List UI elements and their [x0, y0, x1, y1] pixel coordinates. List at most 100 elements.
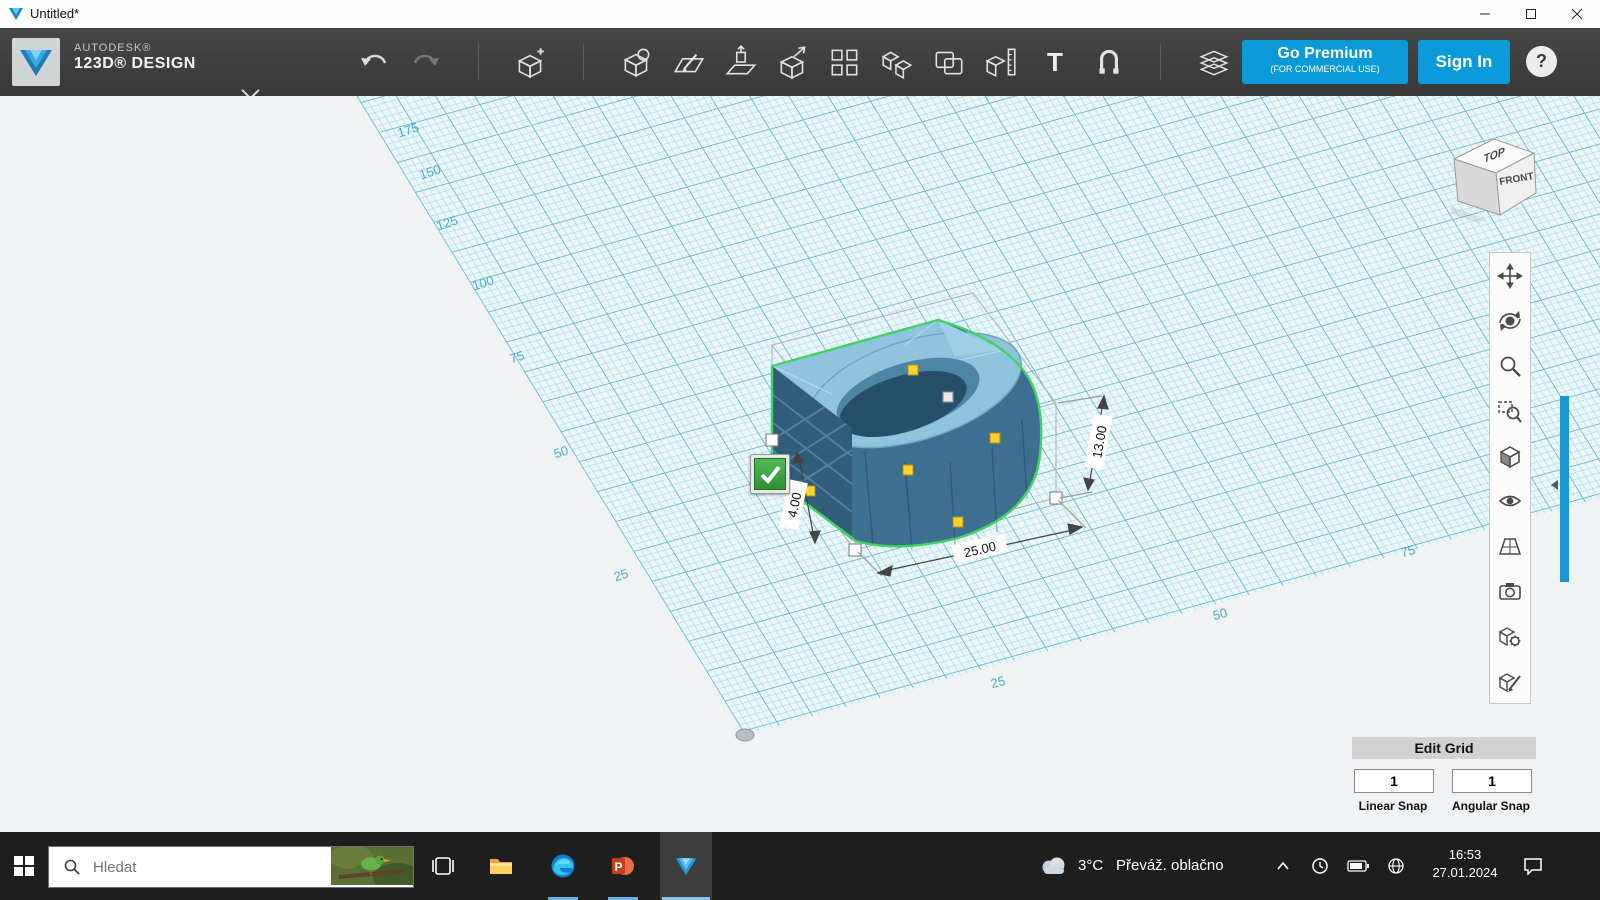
- app-menu-button[interactable]: [12, 38, 60, 86]
- dim-height[interactable]: 13.00: [1084, 414, 1112, 470]
- bbox-handle[interactable]: [849, 544, 861, 556]
- redo-button[interactable]: [404, 42, 448, 82]
- view-cube[interactable]: TOP FRONT: [1448, 126, 1540, 224]
- search-input[interactable]: [91, 858, 315, 877]
- scale-handle[interactable]: [903, 465, 913, 475]
- zoom-button[interactable]: [1490, 343, 1530, 388]
- pan-button[interactable]: [1490, 253, 1530, 298]
- pattern-tool-button[interactable]: [823, 42, 867, 82]
- grid-icon: [1497, 533, 1523, 559]
- undo-button[interactable]: [352, 42, 396, 82]
- modify-tool-button[interactable]: [771, 42, 815, 82]
- 123d-design-button[interactable]: [660, 832, 712, 900]
- edit-annotations-button[interactable]: [1490, 658, 1530, 703]
- measure-icon: [983, 44, 1019, 80]
- scale-handle[interactable]: [908, 365, 918, 375]
- sign-in-button[interactable]: Sign In: [1418, 40, 1510, 84]
- go-premium-label: Go Premium: [1242, 45, 1408, 63]
- origin-marker: [736, 729, 754, 741]
- bbox-handle[interactable]: [766, 434, 778, 446]
- panel-collapse-arrow-icon[interactable]: [1551, 480, 1558, 490]
- navigation-toolbar: [1489, 252, 1531, 704]
- zoom-window-icon: [1497, 398, 1523, 424]
- transform-tool-button[interactable]: [508, 42, 552, 82]
- grouping-icon: [879, 44, 915, 80]
- combine-icon: [931, 44, 967, 80]
- window-title: Untitled*: [30, 6, 79, 21]
- snap-tool-button[interactable]: [1087, 42, 1131, 82]
- action-center-button[interactable]: [1510, 832, 1556, 900]
- model-scene: 25.00 13.00 4.00: [0, 96, 1600, 832]
- svg-text:P: P: [614, 860, 622, 874]
- linear-snap-label: Linear Snap: [1353, 799, 1433, 813]
- maximize-icon: [1525, 8, 1537, 20]
- go-premium-button[interactable]: Go Premium (FOR COMMERCIAL USE): [1242, 40, 1408, 84]
- show-hidden-icons-button[interactable]: [1268, 832, 1298, 900]
- minimize-button[interactable]: [1462, 0, 1508, 28]
- tray-app-button[interactable]: [1304, 832, 1336, 900]
- construct-tool-button[interactable]: [719, 42, 763, 82]
- file-explorer-icon: [489, 856, 513, 876]
- orbit-icon: [1497, 308, 1523, 334]
- grouping-tool-button[interactable]: [875, 42, 919, 82]
- edge-browser-button[interactable]: [540, 832, 586, 900]
- go-premium-sublabel: (FOR COMMERCIAL USE): [1242, 64, 1408, 74]
- edit-grid-title[interactable]: Edit Grid: [1352, 737, 1536, 759]
- material-button[interactable]: [1192, 42, 1236, 82]
- angular-snap-input[interactable]: [1452, 769, 1532, 793]
- clock[interactable]: 16:53 27.01.2024: [1426, 846, 1504, 882]
- linear-snap-input[interactable]: [1354, 769, 1434, 793]
- sketch-tool-button[interactable]: [667, 42, 711, 82]
- undo-icon: [358, 48, 390, 76]
- start-button[interactable]: [0, 832, 48, 900]
- combine-tool-button[interactable]: [927, 42, 971, 82]
- network-globe-icon: [1387, 857, 1405, 875]
- chevron-up-icon: [1276, 861, 1290, 871]
- close-button[interactable]: [1554, 0, 1600, 28]
- zoom-icon: [1497, 353, 1523, 379]
- brand-text: AUTODESK® 123D® DESIGN: [74, 42, 196, 73]
- clock-date: 27.01.2024: [1426, 864, 1504, 882]
- search-highlight-image[interactable]: [331, 847, 413, 885]
- viewport-3d[interactable]: 175 150 125 100 75 50 25 75 50 25: [0, 96, 1600, 832]
- orbit-button[interactable]: [1490, 298, 1530, 343]
- weather-desc[interactable]: Převáž. oblačno: [1116, 857, 1224, 874]
- weather-button[interactable]: [1036, 832, 1070, 900]
- help-button[interactable]: ?: [1526, 46, 1557, 77]
- angular-snap-label: Angular Snap: [1451, 799, 1531, 813]
- confirm-button[interactable]: [750, 454, 790, 494]
- cube-pencil-icon: [1497, 668, 1523, 694]
- zoom-window-button[interactable]: [1490, 388, 1530, 433]
- measure-tool-button[interactable]: [979, 42, 1023, 82]
- task-view-button[interactable]: [420, 832, 466, 900]
- pattern-icon: [827, 44, 863, 80]
- tray-clock-icon: [1311, 857, 1329, 875]
- windows-logo-icon: [14, 856, 34, 876]
- snap-magnet-icon: [1091, 44, 1127, 80]
- title-bar: Untitled*: [0, 0, 1600, 29]
- scale-handle[interactable]: [990, 433, 1000, 443]
- maximize-button[interactable]: [1508, 0, 1554, 28]
- visibility-button[interactable]: [1490, 478, 1530, 523]
- material-settings-button[interactable]: [1490, 613, 1530, 658]
- snapshot-button[interactable]: [1490, 568, 1530, 613]
- modify-icon: [775, 44, 811, 80]
- battery-button[interactable]: [1342, 832, 1374, 900]
- model-3d-object[interactable]: [772, 310, 1041, 550]
- grid-display-button[interactable]: [1490, 523, 1530, 568]
- edge-icon: [550, 853, 576, 879]
- sketch-icon: [671, 44, 707, 80]
- primitives-tool-button[interactable]: [615, 42, 659, 82]
- powerpoint-button[interactable]: P: [600, 832, 646, 900]
- view-shaded-button[interactable]: [1490, 433, 1530, 478]
- text-tool-button[interactable]: T: [1033, 42, 1077, 82]
- checkmark-icon: [754, 458, 786, 490]
- scale-handle[interactable]: [953, 517, 963, 527]
- redo-icon: [410, 48, 442, 76]
- file-explorer-button[interactable]: [478, 832, 524, 900]
- collapsed-panel-tab[interactable]: [1560, 396, 1569, 582]
- taskbar-search[interactable]: [48, 846, 414, 888]
- network-button[interactable]: [1380, 832, 1412, 900]
- weather-temp[interactable]: 3°C: [1078, 857, 1103, 874]
- scale-handle[interactable]: [943, 392, 953, 402]
